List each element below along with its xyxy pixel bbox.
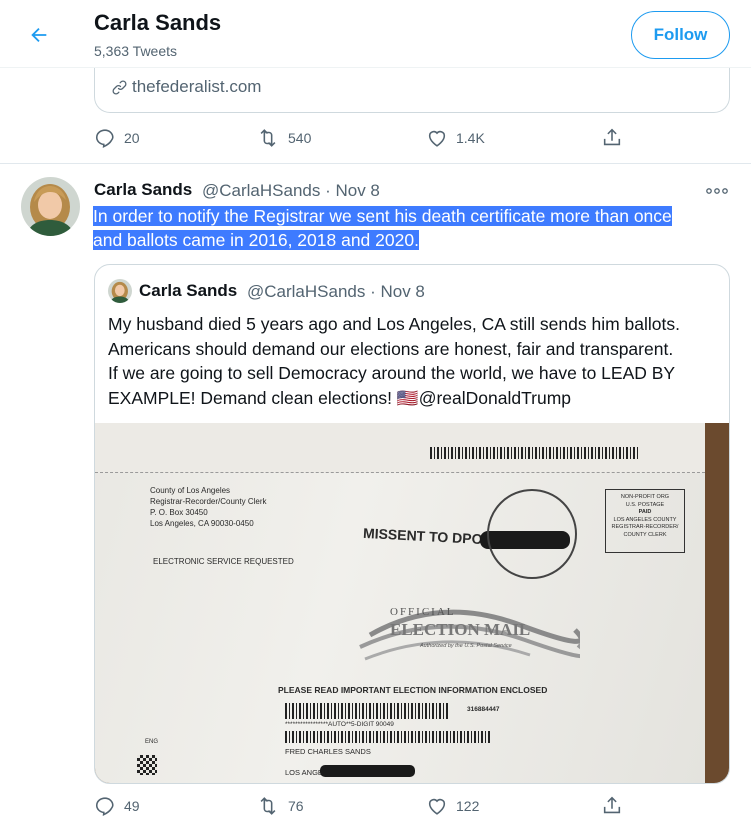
postage-line: NON-PROFIT ORG xyxy=(620,494,670,500)
official-label: OFFICIAL xyxy=(390,606,456,618)
retweet-button[interactable]: 540 xyxy=(256,127,311,149)
postal-barcode xyxy=(285,731,490,743)
return-address: County of Los Angeles Registrar-Recorder… xyxy=(150,485,266,529)
quoted-tweet[interactable]: Carla Sands @CarlaHSands · Nov 8 My husb… xyxy=(94,264,730,784)
link-domain-text: thefederalist.com xyxy=(132,77,262,96)
address-barcode xyxy=(285,703,450,719)
author-name[interactable]: Carla Sands xyxy=(94,180,192,200)
retweet-button[interactable]: 76 xyxy=(256,795,304,817)
author-handle-date[interactable]: @CarlaHSands · Nov 8 xyxy=(202,181,380,201)
more-icon xyxy=(706,188,728,194)
election-mail-label: ELECTION MAIL xyxy=(390,620,530,639)
return-line: P. O. Box 30450 xyxy=(150,508,208,517)
qr-code xyxy=(137,755,157,775)
missent-stamp: MISSENT TO DPO xyxy=(362,524,483,548)
notice-text: PLEASE READ IMPORTANT ELECTION INFORMATI… xyxy=(278,685,548,695)
return-line: Los Angeles, CA 90030-0450 xyxy=(150,519,254,528)
like-count: 1.4K xyxy=(456,130,485,146)
postage-line: LOS ANGELES COUNTY xyxy=(613,516,677,523)
reply-count: 49 xyxy=(124,798,140,814)
like-count: 122 xyxy=(456,798,480,814)
reply-icon xyxy=(95,129,114,148)
us-flag-icon: 🇺🇸 xyxy=(396,387,419,408)
like-button[interactable]: 1.4K xyxy=(426,127,485,149)
heart-icon xyxy=(428,798,446,815)
postage-line: COUNTY CLERK xyxy=(623,531,667,538)
link-icon xyxy=(112,80,127,94)
retweet-icon xyxy=(260,797,276,815)
postmark xyxy=(487,489,577,579)
reply-icon xyxy=(95,797,114,816)
reply-count: 20 xyxy=(124,130,140,146)
share-icon xyxy=(603,796,621,814)
share-icon xyxy=(603,128,621,146)
tweet-text-line: and ballots came in 2016, 2018 and 2020. xyxy=(93,230,419,250)
service-requested: ELECTRONIC SERVICE REQUESTED xyxy=(153,557,294,566)
reply-button[interactable]: 20 xyxy=(94,127,140,149)
quote-text: My husband died 5 years ago and Los Ange… xyxy=(108,312,723,410)
postage-line: REGISTRAR-RECORDER/ xyxy=(611,524,679,530)
avatar[interactable] xyxy=(21,177,80,236)
retweet-icon xyxy=(260,129,276,147)
postage-line: U.S. POSTAGE xyxy=(625,501,665,508)
tweet-actions: 20 540 1.4K xyxy=(94,127,624,151)
heart-icon xyxy=(428,130,446,147)
quote-avatar xyxy=(108,279,132,303)
tweet-text-line: In order to notify the Registrar we sent… xyxy=(93,206,672,226)
quote-author-handle-date: @CarlaHSands · Nov 8 xyxy=(247,282,425,301)
tweet-actions: 49 76 122 xyxy=(94,795,624,819)
mention-link[interactable]: @realDonaldTrump xyxy=(419,388,571,408)
postage-line: PAID xyxy=(638,509,652,515)
like-button[interactable]: 122 xyxy=(426,795,479,817)
avatar-image xyxy=(108,279,132,303)
redaction-mark xyxy=(320,765,415,777)
share-button[interactable] xyxy=(601,795,623,817)
addressee-city: LOS ANGE xyxy=(285,768,323,777)
postage-indicia: NON-PROFIT ORG U.S. POSTAGE PAID LOS ANG… xyxy=(605,489,685,553)
tweet-count: 5,363 Tweets xyxy=(94,43,178,59)
quote-text-line: Americans should demand our elections ar… xyxy=(108,338,674,359)
quote-text-line: EXAMPLE! Demand clean elections! xyxy=(108,387,393,408)
return-line: County of Los Angeles xyxy=(150,486,231,495)
retweet-count: 76 xyxy=(288,798,304,814)
follow-button[interactable]: Follow xyxy=(631,11,730,59)
quote-author-name: Carla Sands xyxy=(139,281,238,300)
retweet-count: 540 xyxy=(288,130,312,146)
envelope: County of Los Angeles Registrar-Recorder… xyxy=(95,423,705,783)
return-line: Registrar-Recorder/County Clerk xyxy=(150,497,267,506)
link-domain[interactable]: thefederalist.com xyxy=(111,77,261,97)
serial-number: 316884447 xyxy=(467,706,500,713)
top-barcode xyxy=(430,447,640,459)
reply-button[interactable]: 49 xyxy=(94,795,140,817)
quote-text-line: My husband died 5 years ago and Los Ange… xyxy=(108,314,681,334)
authorized-label: Authorized by the U.S. Postal Service xyxy=(419,643,512,649)
page-title: Carla Sands xyxy=(94,10,222,35)
avatar-image xyxy=(21,177,80,236)
share-button[interactable] xyxy=(601,127,623,149)
more-options-button[interactable] xyxy=(706,183,728,195)
profile-header: Carla Sands 5,363 Tweets Follow xyxy=(0,0,751,68)
addressee-name: FRED CHARLES SANDS xyxy=(285,747,371,756)
auto-line: *****************AUTO**5-DIGIT 90049 xyxy=(285,721,394,728)
election-mail-logo: OFFICIAL ELECTION MAIL Authorized by the… xyxy=(359,606,580,661)
ballot-envelope-photo[interactable]: County of Los Angeles Registrar-Recorder… xyxy=(95,423,729,783)
back-button[interactable] xyxy=(22,18,56,52)
divider xyxy=(0,163,751,164)
back-arrow-icon xyxy=(31,27,47,43)
tweet-text: In order to notify the Registrar we sent… xyxy=(93,204,733,252)
quote-text-line: If we are going to sell Democracy around… xyxy=(108,363,676,383)
language-code: ENG xyxy=(145,739,159,745)
